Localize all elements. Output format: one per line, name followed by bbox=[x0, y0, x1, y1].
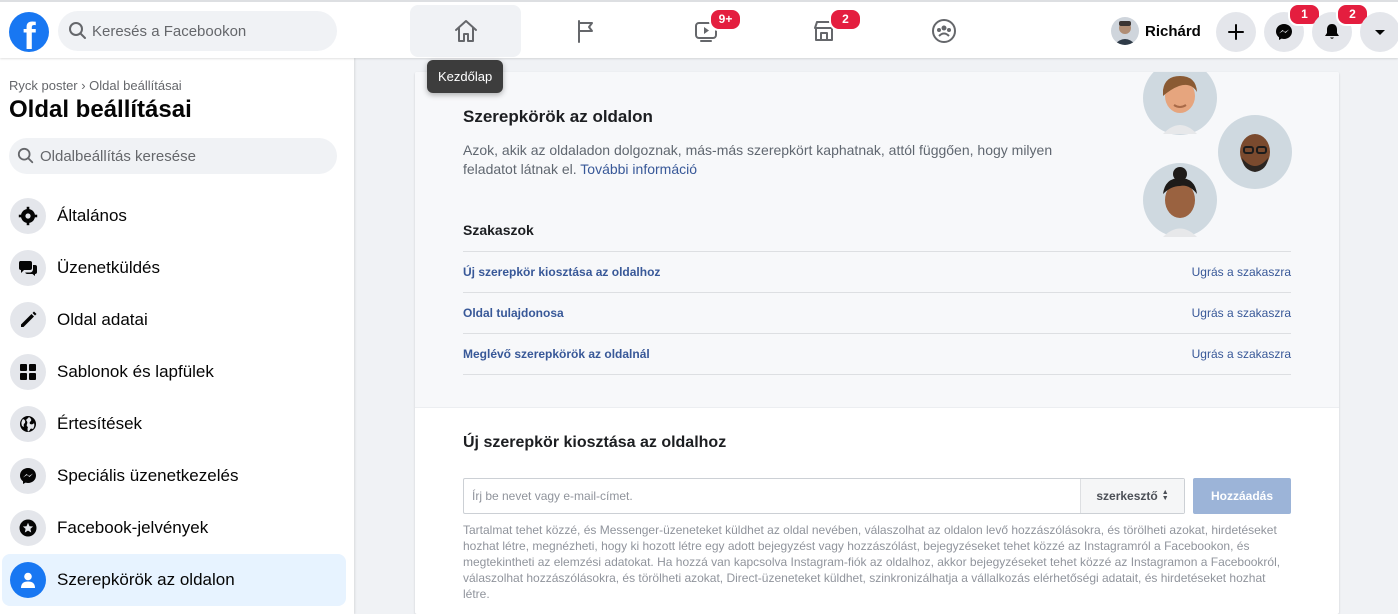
plus-icon bbox=[1228, 24, 1244, 40]
sidebar-item-label: Facebook-jelvények bbox=[57, 518, 209, 537]
assign-role-row: szerkesztő ▲▼ bbox=[463, 478, 1185, 514]
roles-intro-description: Azok, akik az oldaladon dolgoznak, más-m… bbox=[463, 141, 1083, 179]
name-or-email-input[interactable] bbox=[464, 479, 1080, 513]
section-row: Új szerepkör kiosztása az oldalhoz Ugrás… bbox=[463, 252, 1291, 293]
gear-icon bbox=[18, 206, 38, 226]
roles-description-text: Azok, akik az oldaladon dolgoznak, más-m… bbox=[463, 142, 1053, 177]
groups-icon bbox=[931, 19, 956, 43]
roles-intro-section: Szerepkörök az oldalon Azok, akik az old… bbox=[415, 72, 1339, 408]
settings-search[interactable] bbox=[9, 138, 337, 174]
sidebar-item-general[interactable]: Általános bbox=[2, 190, 346, 242]
settings-menu: Általános Üzenetküldés Oldal adatai Sabl… bbox=[0, 190, 354, 606]
role-select-value: szerkesztő bbox=[1096, 489, 1158, 503]
sort-arrows-icon: ▲ ▼ bbox=[1161, 489, 1169, 502]
watch-badge: 9+ bbox=[709, 8, 742, 31]
messenger-icon bbox=[20, 468, 36, 484]
person-icon bbox=[21, 572, 35, 588]
page-title: Oldal beállításai bbox=[9, 96, 192, 123]
sections-list: Új szerepkör kiosztása az oldalhoz Ugrás… bbox=[463, 251, 1291, 375]
messenger-button[interactable]: 1 bbox=[1264, 3, 1321, 52]
sidebar-item-label: Oldal adatai bbox=[57, 310, 148, 329]
nav-tab-watch[interactable]: 9+ bbox=[650, 5, 761, 57]
facebook-logo-icon[interactable]: f bbox=[9, 12, 49, 58]
search-icon bbox=[69, 22, 86, 39]
star-badge-icon bbox=[19, 519, 37, 537]
nav-tab-home[interactable] bbox=[410, 5, 521, 57]
section-link-existing-roles[interactable]: Meglévő szerepkörök az oldalnál bbox=[463, 347, 650, 361]
pencil-icon bbox=[21, 311, 37, 327]
sidebar-item-page-roles[interactable]: Szerepkörök az oldalon bbox=[2, 554, 346, 606]
grid-icon bbox=[20, 364, 36, 380]
sidebar-item-notifications[interactable]: Értesítések bbox=[2, 398, 346, 450]
section-link-page-owner[interactable]: Oldal tulajdonosa bbox=[463, 306, 564, 320]
nav-tab-pages[interactable] bbox=[530, 5, 641, 57]
sidebar-item-label: Értesítések bbox=[57, 414, 143, 433]
home-icon bbox=[454, 20, 477, 42]
chat-bubbles-icon bbox=[18, 261, 37, 276]
breadcrumb[interactable]: Ryck poster › Oldal beállításai bbox=[9, 78, 182, 93]
global-search[interactable] bbox=[58, 11, 337, 51]
nav-tab-marketplace[interactable]: 2 bbox=[768, 5, 879, 57]
search-icon bbox=[17, 147, 34, 164]
sections-heading: Szakaszok bbox=[463, 222, 534, 238]
sidebar-item-label: Speciális üzenetkezelés bbox=[57, 466, 239, 485]
sidebar-item-facebook-badges[interactable]: Facebook-jelvények bbox=[2, 502, 346, 554]
settings-search-input[interactable] bbox=[40, 138, 330, 174]
profile-name: Richárd bbox=[1145, 22, 1201, 40]
caret-down-icon bbox=[1375, 30, 1385, 35]
section-row: Oldal tulajdonosa Ugrás a szakaszra bbox=[463, 293, 1291, 334]
global-search-input[interactable] bbox=[92, 11, 322, 51]
home-tooltip: Kezdőlap bbox=[427, 60, 504, 93]
more-info-link[interactable]: További információ bbox=[580, 161, 697, 177]
sidebar-item-messaging[interactable]: Üzenetküldés bbox=[2, 242, 346, 294]
avatar bbox=[1111, 17, 1139, 45]
settings-sidebar: Ryck poster › Oldal beállításai Oldal be… bbox=[0, 58, 354, 614]
roles-intro-title: Szerepkörök az oldalon bbox=[463, 107, 653, 126]
role-select[interactable]: szerkesztő ▲ ▼ bbox=[1080, 479, 1184, 513]
sidebar-item-label: Üzenetküldés bbox=[57, 258, 161, 277]
people-illustration-icon bbox=[1143, 72, 1292, 237]
jump-to-section-link[interactable]: Ugrás a szakaszra bbox=[1192, 265, 1291, 279]
jump-to-section-link[interactable]: Ugrás a szakaszra bbox=[1192, 347, 1291, 361]
marketplace-badge: 2 bbox=[829, 8, 862, 31]
top-navigation-bar: f 9+ 2 Richárd 1 2 bbox=[0, 0, 1398, 58]
role-permissions-description: Tartalmat tehet közzé, és Messenger-üzen… bbox=[463, 523, 1281, 601]
globe-icon bbox=[20, 416, 36, 432]
nav-tab-groups[interactable] bbox=[888, 5, 999, 57]
notifications-button[interactable]: 2 bbox=[1312, 3, 1369, 52]
add-button[interactable]: Hozzáadás bbox=[1193, 478, 1291, 514]
flag-icon bbox=[577, 20, 593, 43]
profile-button[interactable]: Richárd bbox=[1105, 12, 1209, 50]
page-roles-card: Szerepkörök az oldalon Azok, akik az old… bbox=[415, 72, 1339, 614]
sidebar-item-advanced-messaging[interactable]: Speciális üzenetkezelés bbox=[2, 450, 346, 502]
sidebar-item-label: Sablonok és lapfülek bbox=[57, 362, 214, 381]
sidebar-item-label: Szerepkörök az oldalon bbox=[57, 570, 235, 589]
sidebar-item-templates-tabs[interactable]: Sablonok és lapfülek bbox=[2, 346, 346, 398]
messenger-icon bbox=[1276, 24, 1292, 40]
sidebar-item-label: Általános bbox=[57, 206, 127, 225]
bell-icon bbox=[1325, 24, 1339, 39]
roles-illustration bbox=[1141, 72, 1301, 242]
create-button[interactable] bbox=[1216, 12, 1256, 52]
sidebar-item-page-info[interactable]: Oldal adatai bbox=[2, 294, 346, 346]
jump-to-section-link[interactable]: Ugrás a szakaszra bbox=[1192, 306, 1291, 320]
account-menu-button[interactable] bbox=[1360, 12, 1398, 52]
section-row: Meglévő szerepkörök az oldalnál Ugrás a … bbox=[463, 334, 1291, 375]
section-link-assign-role[interactable]: Új szerepkör kiosztása az oldalhoz bbox=[463, 265, 660, 279]
assign-role-title: Új szerepkör kiosztása az oldalhoz bbox=[463, 434, 727, 451]
